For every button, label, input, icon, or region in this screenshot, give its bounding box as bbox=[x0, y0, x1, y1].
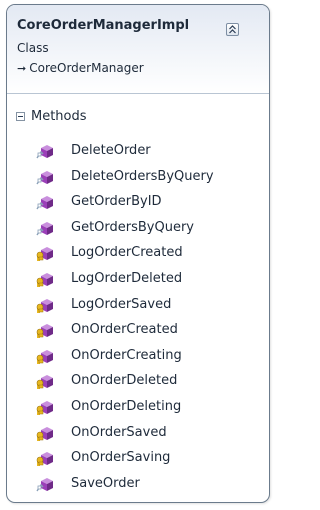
method-name: LogOrderDeleted bbox=[71, 270, 183, 286]
public-method-icon bbox=[36, 221, 54, 237]
collapse-section-icon[interactable] bbox=[16, 112, 25, 121]
protected-method-icon bbox=[36, 246, 54, 262]
method-name: GetOrderByID bbox=[71, 194, 162, 210]
methods-list: DeleteOrder DeleteOrdersByQuery GetOrderBy… bbox=[7, 143, 269, 501]
public-method-icon bbox=[36, 144, 54, 160]
method-name: OnOrderDeleting bbox=[71, 398, 182, 414]
method-item[interactable]: SaveOrder bbox=[7, 476, 269, 502]
protected-method-icon bbox=[36, 374, 54, 390]
method-item[interactable]: OnOrderDeleting bbox=[7, 399, 269, 425]
method-name: LogOrderSaved bbox=[71, 296, 172, 312]
method-name: SaveOrder bbox=[71, 475, 140, 491]
method-item[interactable]: LogOrderDeleted bbox=[7, 271, 269, 297]
method-name: OnOrderCreating bbox=[71, 347, 182, 363]
method-item[interactable]: LogOrderCreated bbox=[7, 245, 269, 271]
protected-method-icon bbox=[36, 349, 54, 365]
base-type-label: CoreOrderManager bbox=[29, 61, 144, 75]
method-item[interactable]: DeleteOrdersByQuery bbox=[7, 169, 269, 195]
method-item[interactable]: OnOrderCreated bbox=[7, 322, 269, 348]
method-item[interactable]: OnOrderSaving bbox=[7, 450, 269, 476]
protected-method-icon bbox=[36, 400, 54, 416]
method-item[interactable]: OnOrderDeleted bbox=[7, 373, 269, 399]
method-item[interactable]: OnOrderCreating bbox=[7, 348, 269, 374]
protected-method-icon bbox=[36, 298, 54, 314]
inheritance-arrow-icon: ➞ bbox=[17, 62, 27, 75]
public-method-icon bbox=[36, 195, 54, 211]
base-type-row: ➞ CoreOrderManager bbox=[17, 61, 144, 75]
class-shape[interactable]: CoreOrderManagerImpl Class ➞ CoreOrderMan… bbox=[6, 4, 270, 503]
method-item[interactable]: OnOrderSaved bbox=[7, 425, 269, 451]
protected-method-icon bbox=[36, 451, 54, 467]
method-name: LogOrderCreated bbox=[71, 245, 183, 261]
method-item[interactable]: GetOrdersByQuery bbox=[7, 220, 269, 246]
protected-method-icon bbox=[36, 323, 54, 339]
method-name: OnOrderCreated bbox=[71, 322, 178, 338]
method-name: OnOrderSaving bbox=[71, 450, 171, 466]
method-name: DeleteOrdersByQuery bbox=[71, 168, 214, 184]
public-method-icon bbox=[36, 477, 54, 493]
protected-method-icon bbox=[36, 272, 54, 288]
method-item[interactable]: DeleteOrder bbox=[7, 143, 269, 169]
class-header: CoreOrderManagerImpl Class ➞ CoreOrderMan… bbox=[7, 5, 269, 94]
methods-section-label: Methods bbox=[31, 109, 87, 124]
method-name: OnOrderDeleted bbox=[71, 373, 178, 389]
class-name: CoreOrderManagerImpl bbox=[17, 18, 190, 33]
protected-method-icon bbox=[36, 426, 54, 442]
double-chevron-up-icon bbox=[229, 25, 236, 34]
class-stereotype: Class bbox=[17, 41, 49, 55]
collapse-button[interactable] bbox=[226, 23, 239, 36]
public-method-icon bbox=[36, 170, 54, 186]
method-item[interactable]: GetOrderByID bbox=[7, 194, 269, 220]
method-name: DeleteOrder bbox=[71, 143, 151, 158]
methods-section-header[interactable]: Methods bbox=[7, 109, 269, 127]
method-name: GetOrdersByQuery bbox=[71, 219, 195, 235]
method-name: OnOrderSaved bbox=[71, 424, 167, 440]
method-item[interactable]: LogOrderSaved bbox=[7, 297, 269, 323]
